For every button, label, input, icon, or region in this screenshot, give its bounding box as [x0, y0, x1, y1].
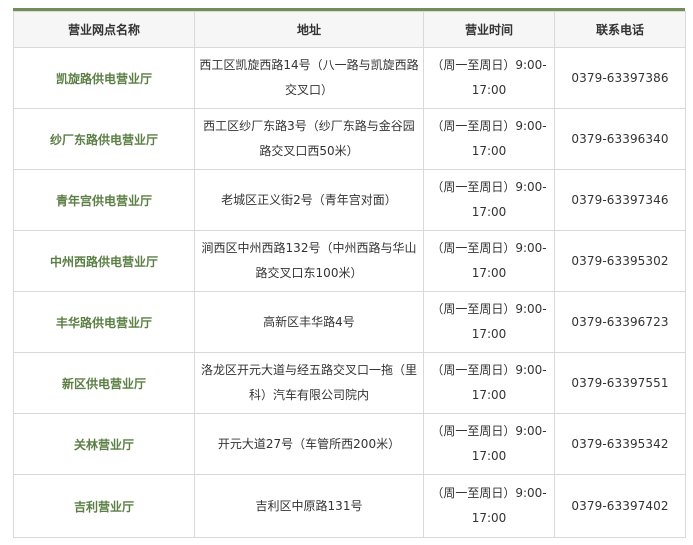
hall-name: 新区供电营业厅 [13, 352, 195, 414]
hall-hours: （周一至周日）9:00-17:00 [423, 108, 555, 170]
hall-phone: 0379-63396723 [554, 291, 686, 353]
service-hall-table-container: 营业网点名称 地址 营业时间 联系电话 凯旋路供电营业厅 西工区凯旋西路14号（… [13, 8, 686, 538]
hall-hours: （周一至周日）9:00-17:00 [423, 474, 555, 538]
table-row: 凯旋路供电营业厅 西工区凯旋西路14号（八一路与凯旋西路交叉口） （周一至周日）… [13, 47, 686, 109]
hall-address: 洛龙区开元大道与经五路交叉口一拖（里科）汽车有限公司院内 [194, 352, 424, 414]
hall-address: 西工区凯旋西路14号（八一路与凯旋西路交叉口） [194, 47, 424, 109]
table-header: 营业网点名称 地址 营业时间 联系电话 [13, 11, 686, 48]
hall-hours: （周一至周日）9:00-17:00 [423, 230, 555, 292]
hall-address: 西工区纱厂东路3号（纱厂东路与金谷园路交叉口西50米） [194, 108, 424, 170]
table-row: 新区供电营业厅 洛龙区开元大道与经五路交叉口一拖（里科）汽车有限公司院内 （周一… [13, 352, 686, 414]
hall-address: 高新区丰华路4号 [194, 291, 424, 353]
table-row: 丰华路供电营业厅 高新区丰华路4号 （周一至周日）9:00-17:00 0379… [13, 291, 686, 353]
hall-phone: 0379-63397402 [554, 474, 686, 538]
hall-hours: （周一至周日）9:00-17:00 [423, 413, 555, 475]
hall-phone: 0379-63395342 [554, 413, 686, 475]
hall-address: 涧西区中州西路132号（中州西路与华山路交叉口东100米） [194, 230, 424, 292]
header-name: 营业网点名称 [13, 11, 195, 48]
hall-name: 吉利营业厅 [13, 474, 195, 538]
hall-phone: 0379-63395302 [554, 230, 686, 292]
table-row: 中州西路供电营业厅 涧西区中州西路132号（中州西路与华山路交叉口东100米） … [13, 230, 686, 292]
hall-name: 丰华路供电营业厅 [13, 291, 195, 353]
table-row: 青年宫供电营业厅 老城区正义街2号（青年宫对面） （周一至周日）9:00-17:… [13, 169, 686, 231]
header-phone: 联系电话 [554, 11, 686, 48]
hall-phone: 0379-63397346 [554, 169, 686, 231]
hall-address: 开元大道27号（车管所西200米） [194, 413, 424, 475]
hall-address: 吉利区中原路131号 [194, 474, 424, 538]
hall-phone: 0379-63397551 [554, 352, 686, 414]
hall-name: 关林营业厅 [13, 413, 195, 475]
header-hours: 营业时间 [423, 11, 555, 48]
hall-name: 中州西路供电营业厅 [13, 230, 195, 292]
hall-hours: （周一至周日）9:00-17:00 [423, 352, 555, 414]
table-row: 吉利营业厅 吉利区中原路131号 （周一至周日）9:00-17:00 0379-… [13, 474, 686, 538]
hall-name: 青年宫供电营业厅 [13, 169, 195, 231]
hall-phone: 0379-63396340 [554, 108, 686, 170]
hall-hours: （周一至周日）9:00-17:00 [423, 291, 555, 353]
header-row: 营业网点名称 地址 营业时间 联系电话 [13, 11, 686, 48]
hall-address: 老城区正义街2号（青年宫对面） [194, 169, 424, 231]
hall-name: 凯旋路供电营业厅 [13, 47, 195, 109]
table-body: 凯旋路供电营业厅 西工区凯旋西路14号（八一路与凯旋西路交叉口） （周一至周日）… [13, 47, 686, 538]
table-row: 纱厂东路供电营业厅 西工区纱厂东路3号（纱厂东路与金谷园路交叉口西50米） （周… [13, 108, 686, 170]
header-address: 地址 [194, 11, 424, 48]
table-row: 关林营业厅 开元大道27号（车管所西200米） （周一至周日）9:00-17:0… [13, 413, 686, 475]
hall-name: 纱厂东路供电营业厅 [13, 108, 195, 170]
service-hall-table: 营业网点名称 地址 营业时间 联系电话 凯旋路供电营业厅 西工区凯旋西路14号（… [13, 11, 686, 538]
hall-phone: 0379-63397386 [554, 47, 686, 109]
hall-hours: （周一至周日）9:00-17:00 [423, 47, 555, 109]
hall-hours: （周一至周日）9:00-17:00 [423, 169, 555, 231]
